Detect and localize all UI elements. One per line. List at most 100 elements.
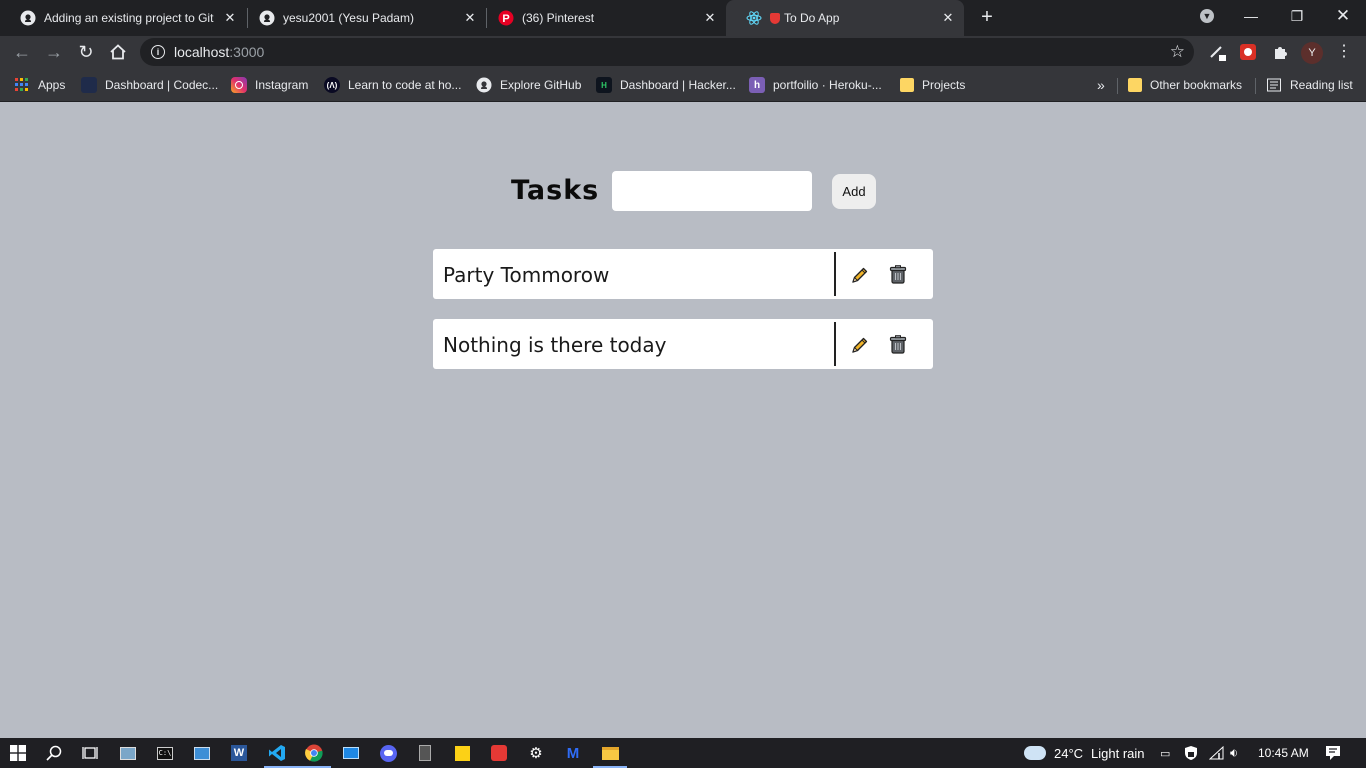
bookmark-separator xyxy=(1117,78,1118,94)
reload-button[interactable]: ↻ xyxy=(74,40,98,64)
bookmark-label: Learn to code at ho... xyxy=(348,78,462,92)
add-task-button[interactable]: Add xyxy=(832,174,876,209)
bookmarks-overflow-button[interactable]: » xyxy=(1097,75,1105,95)
task-view-icon[interactable] xyxy=(80,743,100,763)
pencil-icon[interactable] xyxy=(850,265,870,285)
file-explorer-icon[interactable] xyxy=(600,743,620,763)
task-divider xyxy=(834,252,836,296)
bookmark-codecademy[interactable]: Dashboard | Codec... xyxy=(81,75,218,95)
hackerrank-icon: H xyxy=(596,77,612,93)
home-button[interactable] xyxy=(106,40,130,64)
tab-github-git[interactable]: Adding an existing project to Git ✕ xyxy=(0,0,246,36)
tab-title: yesu2001 (Yesu Padam) xyxy=(283,11,414,25)
chevron-down-icon: ▼ xyxy=(1200,9,1214,23)
windows-start-icon[interactable] xyxy=(8,743,28,763)
puzzle-icon[interactable] xyxy=(1270,42,1290,62)
trash-icon[interactable] xyxy=(889,335,907,355)
bookmark-label: Instagram xyxy=(255,78,309,92)
notification-icon[interactable] xyxy=(1325,738,1341,768)
folder-icon xyxy=(1128,78,1142,92)
task-text: Party Tommorow xyxy=(443,263,610,287)
folder-icon xyxy=(900,78,914,92)
tab-title: Adding an existing project to Git xyxy=(44,11,214,25)
pinterest-icon: P xyxy=(498,10,514,26)
bookmark-instagram[interactable]: Instagram xyxy=(231,75,308,95)
task-text: Nothing is there today xyxy=(443,333,667,357)
bookmarks-bar: Apps Dashboard | Codec... Instagram (Λ) … xyxy=(0,68,1366,102)
new-tab-button[interactable]: + xyxy=(977,7,997,27)
address-bar[interactable]: i localhost:3000 ☆ xyxy=(140,38,1194,66)
bookmark-hackerrank[interactable]: H Dashboard | Hacker... xyxy=(596,75,736,95)
profile-avatar[interactable]: Y xyxy=(1301,42,1323,64)
back-button[interactable]: ← xyxy=(10,40,34,64)
chrome-icon[interactable] xyxy=(304,743,324,763)
bookmark-label: Explore GitHub xyxy=(500,78,582,92)
bookmark-label: Apps xyxy=(38,78,66,92)
menu-kebab-icon[interactable]: ⋮ xyxy=(1336,42,1352,62)
bookmark-freecodecamp[interactable]: (Λ) Learn to code at ho... xyxy=(324,75,461,95)
freecodecamp-icon: (Λ) xyxy=(324,77,340,93)
site-info-icon[interactable]: i xyxy=(151,45,165,59)
bookmark-other[interactable]: Other bookmarks xyxy=(1128,75,1242,95)
malwarebytes-icon[interactable]: M xyxy=(563,743,583,763)
wifi-icon[interactable] xyxy=(1209,738,1225,768)
tab-todo-app[interactable]: To Do App ✕ xyxy=(726,0,964,36)
bookmark-label: Projects xyxy=(922,78,966,92)
control-panel-icon[interactable] xyxy=(192,743,212,763)
volume-icon[interactable]: 🔉︎ xyxy=(1230,738,1238,768)
close-icon[interactable]: ✕ xyxy=(940,10,956,26)
apps-grid-icon xyxy=(14,77,30,93)
remote-desktop-icon[interactable] xyxy=(341,743,361,763)
close-icon[interactable]: ✕ xyxy=(702,10,718,26)
sticky-notes-icon[interactable] xyxy=(452,743,472,763)
bookmark-heroku[interactable]: h portfoilio · Heroku-... xyxy=(749,75,882,95)
bookmark-label: portfoilio · Heroku-... xyxy=(773,78,882,92)
settings-gear-icon[interactable]: ⚙ xyxy=(526,743,546,763)
bookmark-folder-projects[interactable]: Projects xyxy=(900,75,965,95)
bookmark-apps[interactable]: Apps xyxy=(14,75,65,95)
weather-widget[interactable]: 24°C Light rain xyxy=(1024,738,1145,768)
trash-icon[interactable] xyxy=(889,265,907,285)
github-icon xyxy=(476,77,492,93)
extension-icon[interactable] xyxy=(1207,42,1227,62)
forward-button[interactable]: → xyxy=(42,40,66,64)
search-icon[interactable] xyxy=(44,743,64,763)
bookmark-star-icon[interactable]: ☆ xyxy=(1170,42,1185,62)
recording-shield-icon xyxy=(770,12,780,24)
close-window-button[interactable]: ✕ xyxy=(1320,0,1366,32)
reading-list-button[interactable]: Reading list xyxy=(1266,75,1353,95)
word-icon[interactable]: W xyxy=(229,743,249,763)
github-icon xyxy=(259,10,275,26)
weather-desc: Light rain xyxy=(1091,745,1145,761)
task-input[interactable] xyxy=(612,171,812,211)
tab-github-profile[interactable]: yesu2001 (Yesu Padam) ✕ xyxy=(239,0,486,36)
close-icon[interactable]: ✕ xyxy=(462,10,478,26)
browser-toolbar: ← → ↻ i localhost:3000 ☆ Y ⋮ xyxy=(0,36,1366,68)
clock[interactable]: 10:45 AM xyxy=(1258,738,1309,768)
close-icon[interactable]: ✕ xyxy=(222,10,238,26)
extension-icon[interactable] xyxy=(1238,42,1258,62)
home-icon xyxy=(110,44,126,60)
tab-pinterest[interactable]: P (36) Pinterest ✕ xyxy=(478,0,726,36)
battery-icon[interactable]: ▭ xyxy=(1160,738,1170,768)
app-red-icon[interactable] xyxy=(489,743,509,763)
reload-icon: ↻ xyxy=(78,41,94,62)
svg-text:P: P xyxy=(502,13,509,25)
bookmark-label: Reading list xyxy=(1290,78,1353,92)
pencil-icon[interactable] xyxy=(850,335,870,355)
task-item: Party Tommorow xyxy=(433,249,933,299)
vscode-icon[interactable] xyxy=(267,743,287,763)
minimize-button[interactable]: — xyxy=(1228,0,1274,32)
bookmark-explore-github[interactable]: Explore GitHub xyxy=(476,75,581,95)
bookmark-label: Other bookmarks xyxy=(1150,78,1243,92)
terminal-icon[interactable]: C:\ xyxy=(155,743,175,763)
restore-button[interactable]: ❐ xyxy=(1274,0,1320,32)
discord-icon[interactable] xyxy=(378,743,398,763)
calculator-icon[interactable] xyxy=(415,743,435,763)
bookmark-label: Dashboard | Codec... xyxy=(105,78,219,92)
security-shield-icon[interactable] xyxy=(1184,738,1198,768)
tab-search-button[interactable]: ▼ xyxy=(1184,0,1230,32)
cloud-rain-icon xyxy=(1024,746,1046,760)
photos-app-icon[interactable] xyxy=(118,743,138,763)
weather-temp: 24°C xyxy=(1054,745,1084,761)
